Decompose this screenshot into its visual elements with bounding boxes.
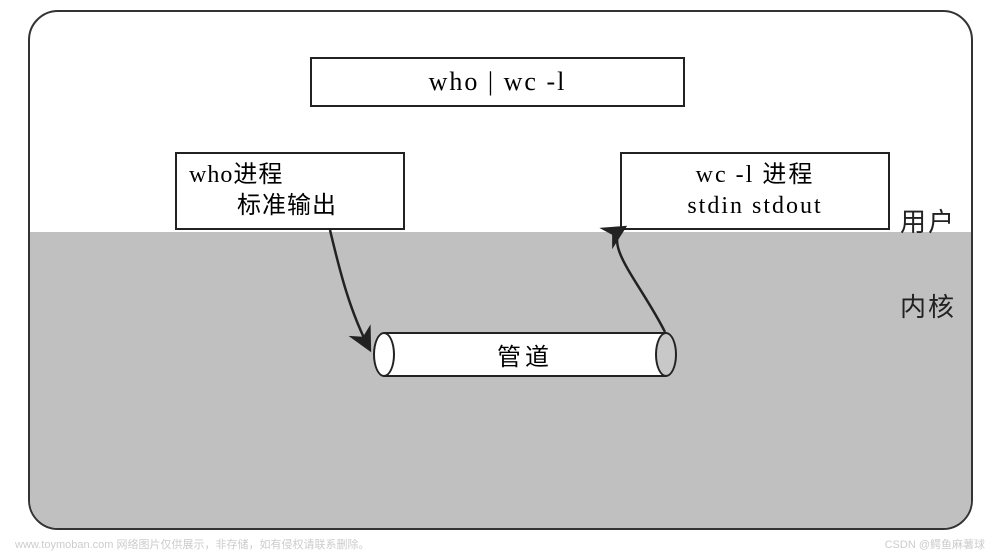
pipe: 管道 [370, 332, 680, 377]
footer-left: www.toymoban.com 网络图片仅供展示，非存储，如有侵权请联系删除。 [15, 536, 369, 552]
command-text: who | wc -l [312, 65, 683, 99]
pipe-label: 管道 [497, 337, 553, 372]
wc-process-box: wc -l 进程 stdin stdout [620, 152, 890, 230]
footer-right: CSDN @鳄鱼麻薯球 [885, 536, 985, 552]
wc-line2: stdin stdout [622, 191, 888, 222]
diagram-frame: who | wc -l who进程 标准输出 wc -l 进程 stdin st… [28, 10, 973, 530]
who-process-box: who进程 标准输出 [175, 152, 405, 230]
user-label: 用户 [900, 202, 956, 239]
who-line2: 标准输出 [189, 191, 403, 222]
who-line1: who进程 [189, 160, 403, 191]
pipe-cap-right [655, 332, 677, 377]
kernel-label: 内核 [900, 287, 956, 324]
kernel-region [30, 232, 971, 530]
wc-line1: wc -l 进程 [622, 160, 888, 191]
command-box: who | wc -l [310, 57, 685, 107]
pipe-cap-left [373, 332, 395, 377]
pipe-body: 管道 [384, 332, 666, 377]
